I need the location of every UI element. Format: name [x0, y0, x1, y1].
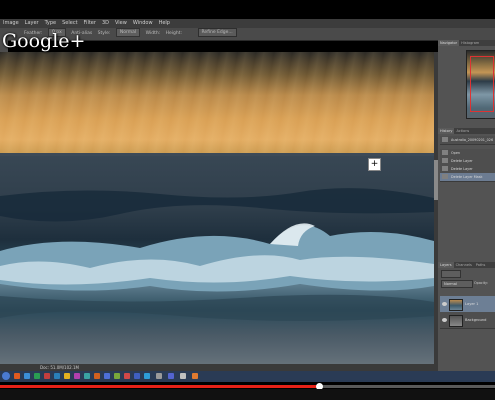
history-item-label: Delete Layer	[451, 159, 473, 163]
app-icon[interactable]	[192, 373, 198, 379]
history-item-selected[interactable]: Delete Layer Mask	[440, 173, 495, 182]
style-label: Style:	[97, 31, 111, 36]
app-icon[interactable]	[64, 373, 70, 379]
layers-tabs: Layers Channels Paths	[438, 262, 495, 268]
menu-image[interactable]: Image	[0, 19, 22, 28]
menu-bar: Image Layer Type Select Filter 3D View Window He…	[0, 19, 495, 28]
menu-help[interactable]: Help	[156, 19, 173, 28]
app-icon[interactable]	[180, 373, 186, 379]
document-status-bar: Doc: 51.0M/102.1M	[0, 364, 438, 371]
menu-type[interactable]: Type	[42, 19, 59, 28]
layer-kind-filter[interactable]	[441, 270, 461, 278]
app-icon[interactable]	[84, 373, 90, 379]
delete-layer-icon	[442, 158, 448, 163]
app-icon[interactable]	[14, 373, 20, 379]
document-canvas[interactable]	[0, 52, 434, 364]
delete-layer-icon	[442, 166, 448, 171]
style-select[interactable]: Normal	[115, 28, 141, 37]
tab-layers[interactable]: Layers	[438, 262, 454, 268]
tab-histogram[interactable]: Histogram	[459, 40, 481, 46]
start-button-icon[interactable]	[2, 372, 10, 380]
app-icon[interactable]	[44, 373, 50, 379]
menu-filter[interactable]: Filter	[81, 19, 99, 28]
app-icon[interactable]	[114, 373, 120, 379]
blend-mode-select[interactable]: Normal	[441, 280, 473, 288]
app-icon[interactable]	[34, 373, 40, 379]
app-icon[interactable]	[168, 373, 174, 379]
app-icon[interactable]	[134, 373, 140, 379]
layer-name: Layer 1	[465, 302, 479, 306]
menu-window[interactable]: Window	[130, 19, 156, 28]
visibility-eye-icon[interactable]	[442, 302, 447, 306]
app-icon[interactable]	[54, 373, 60, 379]
tab-history[interactable]: History	[438, 128, 455, 134]
tab-actions[interactable]: Actions	[454, 128, 471, 134]
refine-edge-button[interactable]: Refine Edge...	[197, 28, 237, 37]
width-label: Width:	[145, 31, 161, 36]
history-item[interactable]: Australia_20090201_026	[440, 136, 495, 145]
history-tabs: History Actions	[438, 128, 495, 134]
menu-view[interactable]: View	[112, 19, 130, 28]
app-icon[interactable]	[124, 373, 130, 379]
app-icon[interactable]	[94, 373, 100, 379]
waves-graphic	[0, 188, 434, 321]
delete-mask-icon	[442, 174, 448, 179]
app-icon[interactable]	[74, 373, 80, 379]
navigator-view-box[interactable]	[470, 56, 494, 112]
height-label: Height:	[165, 31, 183, 36]
app-icon[interactable]	[104, 373, 110, 379]
tab-navigator[interactable]: Navigator	[438, 40, 460, 46]
layer-row[interactable]: Background	[440, 312, 495, 329]
snapshot-icon	[442, 137, 448, 142]
history-item-label: Australia_20090201_026	[451, 138, 494, 142]
layer-thumbnail	[449, 299, 463, 311]
menu-layer[interactable]: Layer	[22, 19, 42, 28]
opacity-label: Opacity:	[474, 281, 488, 285]
cursor-crosshair-icon: +	[368, 158, 381, 171]
video-controls-bar	[0, 389, 495, 400]
open-icon	[442, 150, 448, 155]
menu-3d[interactable]: 3D	[99, 19, 112, 28]
history-item-label: Open	[451, 151, 461, 155]
history-item-label: Delete Layer	[451, 167, 473, 171]
menu-select[interactable]: Select	[59, 19, 80, 28]
tab-channels[interactable]: Channels	[454, 262, 474, 268]
history-item-label: Delete Layer Mask	[451, 175, 483, 179]
video-progress-fill	[0, 385, 319, 388]
app-icon[interactable]	[156, 373, 162, 379]
layer-thumbnail	[449, 315, 463, 327]
navigator-tabs: Navigator Histogram	[438, 40, 495, 46]
sun-rays	[0, 52, 434, 155]
app-icon[interactable]	[24, 373, 30, 379]
doc-size-info: Doc: 51.0M/102.1M	[40, 365, 79, 370]
google-plus-watermark: Google+	[2, 30, 86, 52]
visibility-eye-icon[interactable]	[442, 318, 447, 322]
tab-paths[interactable]: Paths	[474, 262, 488, 268]
app-icon[interactable]	[144, 373, 150, 379]
layer-name: Background	[465, 318, 487, 322]
layer-row[interactable]: Layer 1	[440, 296, 495, 313]
